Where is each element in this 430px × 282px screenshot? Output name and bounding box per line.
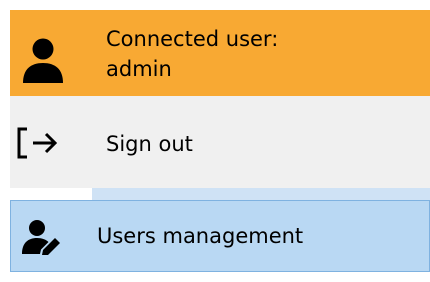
- connected-user-label: Connected user:: [106, 27, 279, 51]
- sign-out-menu-item[interactable]: Sign out: [10, 96, 430, 188]
- sign-out-icon: [17, 127, 58, 159]
- bottom-spacer: [0, 272, 430, 282]
- connected-user-name: admin: [106, 57, 172, 81]
- users-management-menu-item[interactable]: Users management: [10, 200, 430, 272]
- top-spacer: [0, 0, 430, 10]
- users-management-label: Users management: [97, 224, 304, 248]
- sign-out-label: Sign out: [106, 132, 193, 156]
- menu-divider: [92, 188, 430, 200]
- user-icon: [23, 38, 63, 83]
- connected-user-text: Connected user: admin: [106, 24, 278, 84]
- connected-user-panel: Connected user: admin: [10, 10, 430, 96]
- user-edit-icon: [22, 220, 60, 255]
